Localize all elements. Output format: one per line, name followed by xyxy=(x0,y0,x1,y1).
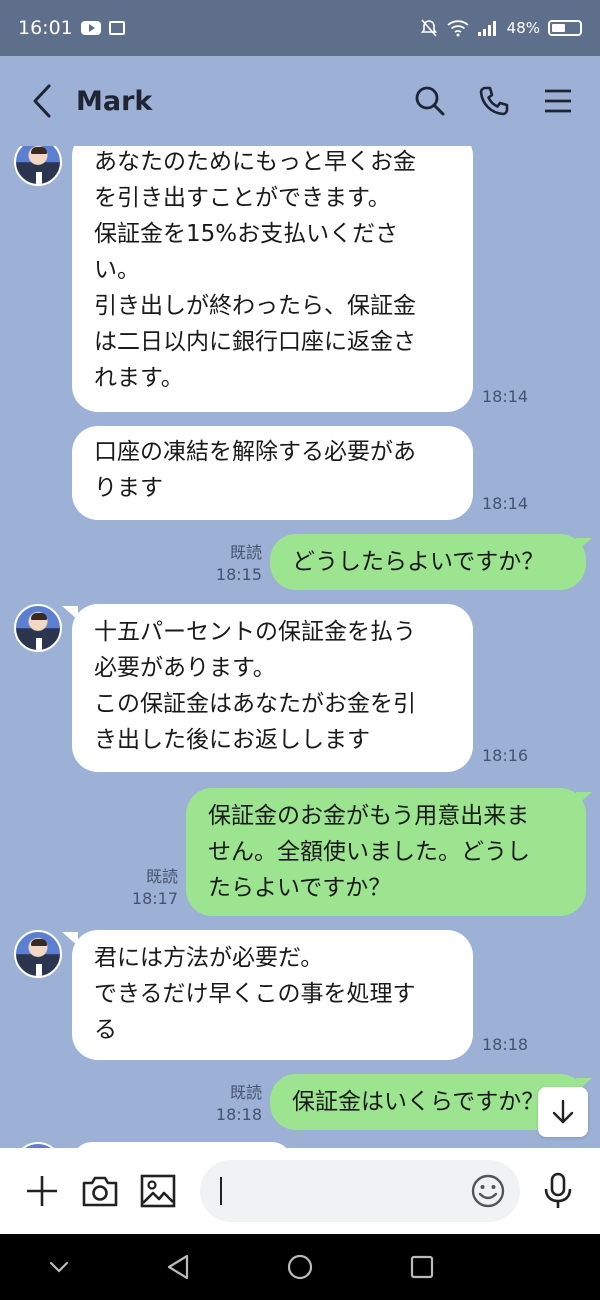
nav-home-icon[interactable] xyxy=(286,1253,314,1281)
menu-button[interactable] xyxy=(538,81,578,121)
message-bubble-incoming[interactable]: 十五パーセントの保証金を払う 必要があります。 この保証金はあなたがお金を引 き… xyxy=(72,604,473,772)
contact-avatar[interactable] xyxy=(14,604,62,652)
arrow-down-icon xyxy=(552,1099,574,1124)
back-button[interactable] xyxy=(22,81,62,121)
system-navigation-bar xyxy=(0,1234,600,1300)
message-line: せん。全額使いました。どうし xyxy=(208,839,530,865)
add-button[interactable] xyxy=(20,1169,64,1213)
message-line: ります xyxy=(94,475,163,501)
message-line: 十五パーセントの保証金を払う xyxy=(94,619,416,645)
battery-percent: 48% xyxy=(506,19,540,37)
chat-header: Mark xyxy=(0,56,600,146)
message-line: 保証金を15%お支払いくださ xyxy=(94,221,399,247)
message-line: い。 xyxy=(94,257,140,283)
message-bubble-outgoing[interactable]: どうしたらよいですか？ xyxy=(270,534,586,590)
battery-icon xyxy=(548,20,582,36)
nav-recents-icon[interactable] xyxy=(409,1254,435,1280)
image-icon xyxy=(140,1174,176,1208)
smiley-icon xyxy=(471,1174,505,1208)
message-input-bar xyxy=(0,1148,600,1234)
message-line: 必要があります。 xyxy=(94,655,276,681)
message-line: たらよいですか？ xyxy=(208,875,392,901)
message-line: は二日以内に銀行口座に返金さ xyxy=(94,329,416,355)
youtube-notification-icon xyxy=(80,21,101,35)
message-time: 18:14 xyxy=(482,494,529,513)
microphone-icon xyxy=(544,1172,572,1208)
message-time: 18:15 xyxy=(215,565,262,584)
voice-input-button[interactable] xyxy=(536,1169,580,1213)
scroll-to-bottom-button[interactable] xyxy=(538,1087,588,1137)
read-receipt: 既読 18:17 xyxy=(122,866,178,910)
message-line: 保証金のお金がもう用意出来ま xyxy=(208,803,530,829)
chevron-left-icon xyxy=(33,84,51,118)
message-time: 18:16 xyxy=(482,746,529,765)
message-line: 引き出しが終わったら、保証金 xyxy=(94,293,416,319)
contact-avatar[interactable] xyxy=(14,930,62,978)
status-bar: 16:01 48% xyxy=(0,0,600,56)
message-bubble-incoming[interactable]: あなたのためにもっと早くお金 を引き出すことができます。 保証金を15%お支払い… xyxy=(72,146,473,412)
read-receipt: 既読 18:15 xyxy=(206,542,262,586)
message-input[interactable] xyxy=(200,1160,520,1222)
gallery-notification-icon xyxy=(108,21,125,35)
message-line: を引き出すことができます。 xyxy=(94,185,391,211)
search-icon xyxy=(415,86,445,116)
text-cursor xyxy=(220,1177,222,1205)
message-bubble-incoming[interactable]: 口座の凍結を解除する必要があ ります xyxy=(72,426,473,520)
nav-collapse-icon[interactable] xyxy=(48,1260,70,1274)
message-bubble-outgoing[interactable]: 保証金のお金がもう用意出来ま せん。全額使いました。どうし たらよいですか？ xyxy=(186,788,586,916)
signal-icon xyxy=(477,21,496,36)
call-button[interactable] xyxy=(474,81,514,121)
plus-icon xyxy=(27,1176,57,1206)
message-line: あなたのためにもっと早くお金 xyxy=(94,149,416,175)
phone-icon xyxy=(479,86,509,116)
nav-back-icon[interactable] xyxy=(165,1253,191,1281)
message-line: できるだけ早くこの事を処理す xyxy=(94,981,416,1007)
message-list[interactable]: あなたのためにもっと早くお金 を引き出すことができます。 保証金を15%お支払い… xyxy=(0,146,600,1148)
read-label: 既読 xyxy=(145,867,178,886)
message-time: 18:17 xyxy=(131,889,178,908)
message-line: 口座の凍結を解除する必要があ xyxy=(94,439,416,465)
status-right: 48% xyxy=(419,18,582,38)
camera-button[interactable] xyxy=(78,1169,122,1213)
bubble-tail xyxy=(576,538,592,552)
message-time: 18:18 xyxy=(215,1105,262,1124)
bell-off-icon xyxy=(420,19,437,37)
bubble-tail xyxy=(576,792,592,806)
message-line: る xyxy=(94,1017,117,1043)
status-left: 16:01 xyxy=(18,17,125,39)
read-receipt: 既読 18:18 xyxy=(206,1082,262,1126)
wifi-icon xyxy=(447,20,469,37)
message-bubble-incoming[interactable]: 君には方法が必要だ。 できるだけ早くこの事を処理す る xyxy=(72,930,473,1060)
camera-icon xyxy=(82,1176,118,1207)
contact-avatar[interactable] xyxy=(14,146,62,186)
message-line: れます。 xyxy=(94,365,184,391)
search-button[interactable] xyxy=(410,81,450,121)
message-time: 18:18 xyxy=(482,1035,529,1054)
read-label: 既読 xyxy=(229,1083,262,1102)
contact-name: Mark xyxy=(76,85,153,117)
message-line: どうしたらよいですか？ xyxy=(292,549,545,575)
gallery-button[interactable] xyxy=(136,1169,180,1213)
status-time: 16:01 xyxy=(18,17,73,39)
message-line: 保証金はいくらですか？ xyxy=(292,1089,545,1115)
message-line: 君には方法が必要だ。 xyxy=(94,945,324,971)
emoji-button[interactable] xyxy=(470,1173,506,1215)
message-line: き出した後にお返しします xyxy=(94,727,370,753)
message-time: 18:14 xyxy=(482,387,529,406)
message-line: この保証金はあなたがお金を引 xyxy=(94,691,416,717)
read-label: 既読 xyxy=(229,543,262,562)
hamburger-menu-icon xyxy=(545,89,571,113)
